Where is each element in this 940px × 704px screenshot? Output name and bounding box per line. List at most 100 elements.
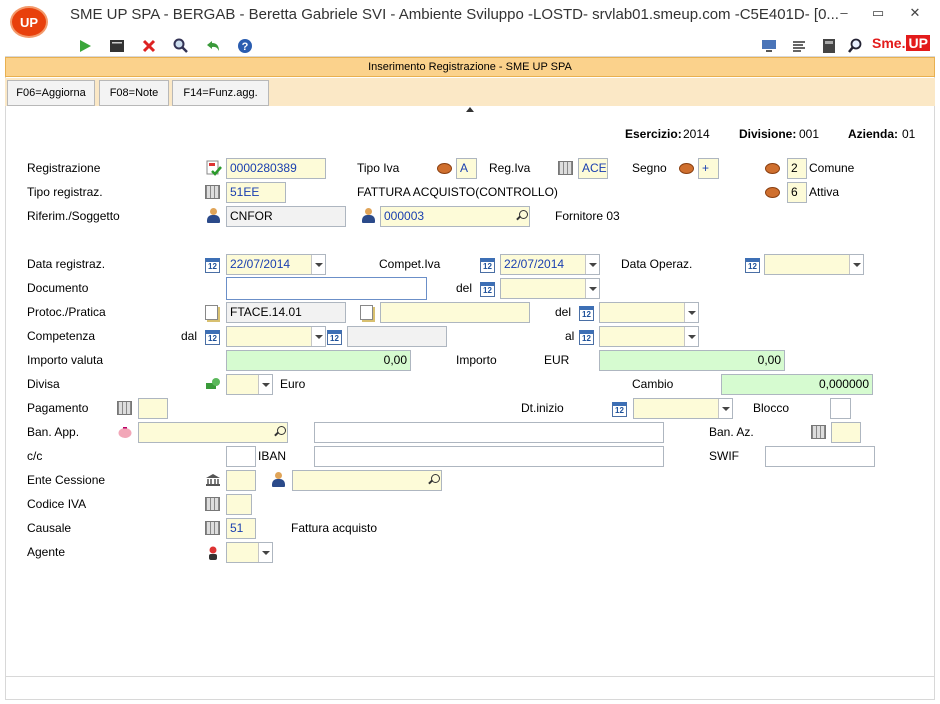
cc-label: c/c — [27, 449, 43, 463]
data-operaz-label: Data Operaz. — [621, 257, 693, 271]
documento-label: Documento — [27, 281, 89, 295]
dt-inizio-calendar-icon[interactable]: 12 — [612, 402, 627, 417]
competenza-dal-label: dal — [181, 329, 198, 343]
importo-field[interactable]: 0,00 — [599, 350, 785, 371]
monitor-icon[interactable] — [760, 37, 778, 55]
documento-del-label: del — [456, 281, 473, 295]
ban-app-search-icon[interactable] — [274, 426, 286, 438]
maximize-button[interactable]: ▭ — [868, 4, 888, 22]
help-icon[interactable]: ? — [236, 37, 254, 55]
ente-cessione-soggetto-field[interactable] — [292, 470, 442, 491]
play-icon[interactable] — [76, 37, 94, 55]
data-operaz-field[interactable] — [764, 254, 864, 275]
dt-inizio-field[interactable] — [633, 398, 733, 419]
tipo-iva-label: Tipo Iva — [357, 161, 400, 175]
protoc-del-label: del — [555, 305, 572, 319]
cambio-field[interactable]: 0,000000 — [721, 374, 873, 395]
codice-iva-field[interactable] — [226, 494, 252, 515]
search-icon[interactable] — [172, 37, 190, 55]
pagamento-field[interactable] — [138, 398, 168, 419]
data-operaz-calendar-icon[interactable]: 12 — [745, 258, 760, 273]
comune-number-field[interactable]: 2 — [787, 158, 807, 179]
blocco-field[interactable] — [830, 398, 851, 419]
competenza-dal2-field[interactable] — [347, 326, 447, 347]
protoc-del-calendar-icon[interactable]: 12 — [579, 306, 594, 321]
ban-app-description-field[interactable] — [314, 422, 664, 443]
doc-icon[interactable] — [820, 37, 838, 55]
swif-label: SWIF — [709, 449, 739, 463]
form-header: Inserimento Registrazione - SME UP SPA — [5, 57, 935, 77]
competenza-al-calendar-icon[interactable]: 12 — [579, 330, 594, 345]
f06-update-button[interactable]: F06=Aggiorna — [7, 80, 95, 106]
tipo-registraz-field[interactable]: 51EE — [226, 182, 286, 203]
azienda-value: 01 — [902, 127, 916, 141]
competenza-al-label: al — [565, 329, 575, 343]
protoc2-field[interactable] — [380, 302, 530, 323]
brand-logo: Sme. UP — [872, 35, 930, 51]
soggetto-field[interactable]: 000003 — [380, 206, 530, 227]
compet-iva-calendar-icon[interactable]: 12 — [480, 258, 495, 273]
iban-field[interactable] — [314, 446, 664, 467]
registrazione-label: Registrazione — [27, 161, 101, 175]
attiva-number-field[interactable]: 6 — [787, 182, 807, 203]
protoc-del-field[interactable] — [599, 302, 699, 323]
segno-oval-icon — [679, 163, 694, 174]
competenza-dal2-calendar-icon[interactable]: 12 — [327, 330, 342, 345]
iban-label: IBAN — [258, 449, 287, 463]
cc-field[interactable] — [226, 446, 256, 467]
ban-az-field[interactable] — [831, 422, 861, 443]
attiva-oval-icon — [765, 187, 780, 198]
competenza-al-field[interactable] — [599, 326, 699, 347]
tipo-iva-field[interactable]: A — [456, 158, 477, 179]
soggetto-search-icon[interactable] — [516, 210, 528, 222]
terminal-icon[interactable] — [108, 37, 126, 55]
competenza-dal-field[interactable] — [226, 326, 326, 347]
documento-del-calendar-icon[interactable]: 12 — [480, 282, 495, 297]
competenza-label: Competenza — [27, 329, 96, 343]
riferim-field[interactable]: CNFOR — [226, 206, 346, 227]
cancel-icon[interactable] — [140, 37, 158, 55]
competenza-dal-calendar-icon[interactable]: 12 — [205, 330, 220, 345]
protoc-field[interactable]: FTACE.14.01 — [226, 302, 346, 323]
ente-cessione-search-icon[interactable] — [428, 474, 440, 486]
eur-label: EUR — [544, 353, 570, 367]
f14-more-functions-button[interactable]: F14=Funz.agg. — [172, 80, 269, 106]
documento-field[interactable] — [226, 277, 427, 300]
ente-cessione-person-icon — [272, 472, 285, 488]
swif-field[interactable] — [765, 446, 875, 467]
riferim-label: Riferim./Soggetto — [27, 209, 120, 223]
f08-notes-button[interactable]: F08=Note — [99, 80, 169, 106]
data-registraz-field[interactable]: 22/07/2014 — [226, 254, 326, 275]
app-logo: UP — [10, 6, 48, 38]
ban-az-table-icon — [811, 425, 826, 439]
compet-iva-field[interactable]: 22/07/2014 — [500, 254, 600, 275]
undo-icon[interactable] — [204, 37, 222, 55]
importo-valuta-field[interactable]: 0,00 — [226, 350, 411, 371]
currency-icon — [205, 377, 221, 391]
ban-az-label: Ban. Az. — [709, 425, 754, 439]
ente-cessione-label: Ente Cessione — [27, 473, 106, 487]
divisa-field[interactable] — [226, 374, 273, 395]
minimize-button[interactable]: – — [834, 4, 854, 22]
reg-iva-table-icon — [558, 161, 573, 175]
protoc2-doc-icon — [360, 305, 373, 320]
reg-iva-field[interactable]: ACE — [578, 158, 608, 179]
list-icon[interactable] — [790, 37, 808, 55]
tipo-registraz-description: FATTURA ACQUISTO(CONTROLLO) — [357, 185, 558, 199]
ban-app-field[interactable] — [138, 422, 288, 443]
cambio-label: Cambio — [632, 377, 674, 391]
agente-field[interactable] — [226, 542, 273, 563]
zoom-icon[interactable] — [846, 37, 864, 55]
close-button[interactable]: ✕ — [905, 4, 925, 22]
registrazione-field[interactable]: 0000280389 — [226, 158, 326, 179]
esercizio-value: 2014 — [683, 127, 710, 141]
documento-del-field[interactable] — [500, 278, 600, 299]
causale-label: Causale — [27, 521, 72, 535]
tipo-iva-oval-icon — [437, 163, 452, 174]
segno-field[interactable]: + — [698, 158, 719, 179]
causale-field[interactable]: 51 — [226, 518, 256, 539]
ente-cessione-field[interactable] — [226, 470, 256, 491]
collapse-caret-icon[interactable] — [466, 107, 474, 112]
data-registraz-calendar-icon[interactable]: 12 — [205, 258, 220, 273]
causale-table-icon — [205, 521, 220, 535]
